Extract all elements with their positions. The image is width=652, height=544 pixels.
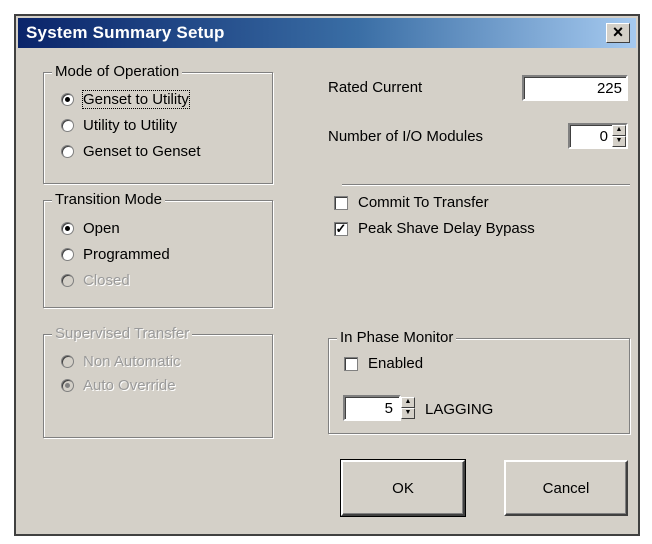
checkmark-icon[interactable]: ✓ — [334, 221, 348, 236]
ok-button[interactable]: OK — [340, 459, 466, 517]
radio-label: Programmed — [83, 246, 170, 263]
separator — [342, 184, 630, 186]
io-modules-label: Number of I/O Modules — [328, 128, 484, 145]
in-phase-value-input[interactable]: 5 — [343, 395, 401, 421]
close-icon: × — [612, 22, 624, 42]
transition-mode-group: Transition Mode Open Programmed Closed — [43, 191, 273, 308]
radio-button[interactable] — [61, 119, 74, 132]
spin-up-icon[interactable]: ▲ — [401, 397, 415, 408]
window-title: System Summary Setup — [26, 23, 225, 42]
radio-label: Closed — [83, 272, 130, 289]
radio-label: Auto Override — [83, 377, 176, 394]
transition-mode-legend: Transition Mode — [52, 191, 165, 208]
radio-label: Genset to Genset — [83, 143, 201, 160]
lagging-label: LAGGING — [425, 401, 494, 418]
radio-genset-to-utility[interactable]: Genset to Utility — [61, 90, 190, 109]
close-button[interactable]: × — [606, 23, 630, 43]
radio-label: Utility to Utility — [83, 117, 178, 134]
radio-utility-to-utility[interactable]: Utility to Utility — [61, 117, 177, 134]
radio-closed: Closed — [61, 272, 130, 289]
radio-genset-to-genset[interactable]: Genset to Genset — [61, 143, 201, 160]
radio-auto-override: Auto Override — [61, 377, 176, 394]
rated-current-value: 225 — [596, 80, 622, 97]
spin-up-icon[interactable]: ▲ — [612, 125, 626, 136]
title-bar[interactable]: System Summary Setup × — [18, 18, 636, 48]
radio-button-selected[interactable] — [61, 222, 74, 235]
io-modules-spinner[interactable]: ▲ ▼ — [612, 125, 626, 147]
mode-of-operation-legend: Mode of Operation — [52, 63, 183, 80]
spin-down-icon[interactable]: ▼ — [612, 136, 626, 147]
spin-down-icon[interactable]: ▼ — [401, 408, 415, 419]
supervised-transfer-group: Supervised Transfer Non Automatic Auto O… — [43, 325, 273, 438]
rated-current-label: Rated Current — [328, 79, 423, 96]
radio-non-automatic: Non Automatic — [61, 353, 181, 370]
cancel-button-label: Cancel — [542, 479, 590, 497]
radio-open[interactable]: Open — [61, 220, 120, 237]
checkbox-label: Enabled — [368, 355, 424, 372]
radio-button-disabled — [61, 355, 74, 368]
in-phase-spinner[interactable]: ▲ ▼ — [401, 397, 415, 419]
radio-button-selected[interactable] — [61, 93, 74, 106]
cancel-button[interactable]: Cancel — [504, 460, 628, 516]
mode-of-operation-group: Mode of Operation Genset to Utility Util… — [43, 63, 273, 184]
supervised-transfer-legend: Supervised Transfer — [52, 325, 193, 342]
radio-label: Non Automatic — [83, 353, 181, 370]
in-phase-monitor-legend: In Phase Monitor — [337, 329, 457, 346]
peak-shave-delay-bypass-checkbox[interactable]: ✓ Peak Shave Delay Bypass — [334, 220, 535, 237]
checkbox-label: Peak Shave Delay Bypass — [358, 220, 535, 237]
radio-button-disabled — [61, 274, 74, 287]
rated-current-input[interactable]: 225 — [522, 75, 628, 101]
io-modules-value: 0 — [599, 128, 608, 145]
checkbox-box[interactable] — [334, 195, 348, 210]
checkbox-box[interactable] — [344, 356, 358, 371]
commit-to-transfer-checkbox[interactable]: Commit To Transfer — [334, 194, 489, 211]
in-phase-monitor-group: In Phase Monitor Enabled 5 ▲ ▼ LAGGING — [328, 329, 630, 434]
radio-label: Open — [83, 220, 120, 237]
radio-button-disabled-selected — [61, 379, 74, 392]
system-summary-dialog: System Summary Setup × Mode of Operation… — [14, 14, 640, 536]
ok-button-label: OK — [392, 479, 414, 497]
in-phase-value: 5 — [384, 400, 393, 417]
checkbox-label: Commit To Transfer — [358, 194, 489, 211]
radio-programmed[interactable]: Programmed — [61, 246, 170, 263]
in-phase-enabled-checkbox[interactable]: Enabled — [344, 355, 423, 372]
radio-label: Genset to Utility — [82, 90, 190, 109]
radio-button[interactable] — [61, 145, 74, 158]
radio-button[interactable] — [61, 248, 74, 261]
